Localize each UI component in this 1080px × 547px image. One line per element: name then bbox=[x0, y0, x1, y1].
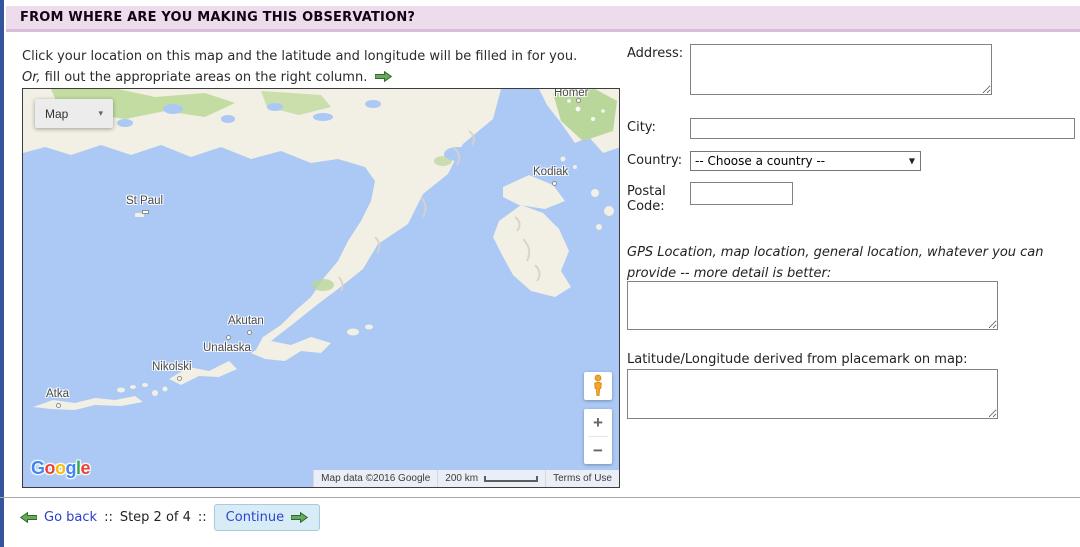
country-label: Country: bbox=[627, 151, 690, 171]
wizard-navigation: Go back :: Step 2 of 4 :: Continue bbox=[20, 504, 320, 531]
instructions-line2-rest: fill out the appropriate areas on the ri… bbox=[41, 70, 368, 85]
map-scale-bar bbox=[484, 476, 538, 482]
map-place-label: Kodiak bbox=[533, 166, 568, 178]
postal-code-label: Postal Code: bbox=[627, 182, 690, 214]
map-place-marker bbox=[576, 98, 581, 103]
map-place-label: Homer bbox=[554, 88, 589, 99]
map-zoom-control: + − bbox=[584, 409, 612, 464]
google-logo-letter: G bbox=[31, 458, 45, 478]
chevron-down-icon: ▾ bbox=[98, 109, 103, 119]
map-place-marker bbox=[247, 330, 252, 335]
address-field[interactable] bbox=[690, 44, 992, 95]
google-logo-letter: g bbox=[66, 458, 77, 478]
instructions: Click your location on this map and the … bbox=[22, 46, 577, 88]
google-logo-letter: o bbox=[55, 458, 66, 478]
postal-label-line1: Postal bbox=[627, 184, 666, 199]
country-select[interactable]: -- Choose a country -- bbox=[690, 151, 921, 171]
instructions-line2: Or, fill out the appropriate areas on th… bbox=[22, 67, 577, 88]
pegman-icon bbox=[590, 374, 606, 398]
map-scale: 200 km bbox=[437, 470, 545, 487]
map-place-marker bbox=[226, 335, 231, 340]
step-separator: :: bbox=[104, 510, 113, 525]
zoom-out-button[interactable]: − bbox=[584, 437, 612, 464]
map-place-label: Unalaska bbox=[203, 342, 251, 354]
postal-code-field[interactable] bbox=[690, 182, 793, 205]
green-arrow-right-icon bbox=[375, 71, 392, 82]
instructions-or: Or, bbox=[22, 70, 41, 85]
latlon-label: Latitude/Longitude derived from placemar… bbox=[627, 352, 1072, 367]
map-place-label: St Paul bbox=[126, 195, 163, 207]
pegman-streetview-button[interactable] bbox=[584, 372, 612, 400]
continue-button[interactable]: Continue bbox=[214, 504, 320, 531]
map-widget: Homer St Paul Kodiak Akutan Unalaska Nik… bbox=[22, 88, 620, 488]
map-place-marker bbox=[177, 376, 182, 381]
instructions-line1: Click your location on this map and the … bbox=[22, 46, 577, 67]
map-attribution-bar: Map data ©2016 Google 200 km Terms of Us… bbox=[313, 470, 619, 487]
map-terrain-graphic bbox=[23, 89, 620, 488]
section-header: FROM WHERE ARE YOU MAKING THIS OBSERVATI… bbox=[6, 6, 1080, 32]
map-place-label: Nikolski bbox=[152, 361, 192, 373]
city-field[interactable] bbox=[690, 118, 1075, 139]
footer-divider bbox=[0, 497, 1080, 498]
zoom-in-button[interactable]: + bbox=[584, 409, 612, 436]
terms-of-use-link[interactable]: Terms of Use bbox=[545, 470, 619, 487]
map-data-attribution: Map data ©2016 Google bbox=[313, 470, 437, 487]
latlon-field[interactable] bbox=[627, 369, 998, 419]
map-place-marker bbox=[142, 210, 149, 214]
step-indicator: Step 2 of 4 bbox=[120, 510, 191, 525]
page-title: FROM WHERE ARE YOU MAKING THIS OBSERVATI… bbox=[6, 10, 415, 25]
map-canvas[interactable]: Homer St Paul Kodiak Akutan Unalaska Nik… bbox=[23, 89, 619, 487]
google-logo-letter: o bbox=[45, 458, 56, 478]
map-type-button[interactable]: Map ▾ bbox=[35, 99, 113, 128]
green-arrow-right-icon bbox=[291, 512, 308, 523]
google-logo[interactable]: Google bbox=[31, 458, 90, 479]
map-place-label: Atka bbox=[46, 388, 69, 400]
city-label: City: bbox=[627, 118, 690, 139]
postal-label-line2: Code: bbox=[627, 199, 665, 214]
map-scale-label: 200 km bbox=[445, 473, 478, 484]
map-type-label: Map bbox=[45, 107, 68, 121]
map-place-marker bbox=[552, 181, 557, 186]
green-arrow-left-icon bbox=[20, 512, 37, 523]
gps-location-field[interactable] bbox=[627, 281, 998, 330]
step-separator: :: bbox=[198, 510, 207, 525]
gps-location-label: GPS Location, map location, general loca… bbox=[627, 242, 1072, 284]
map-place-marker bbox=[56, 403, 61, 408]
map-place-label: Akutan bbox=[228, 315, 264, 327]
go-back-link[interactable]: Go back bbox=[44, 510, 97, 525]
page-left-border bbox=[0, 0, 4, 547]
continue-button-label: Continue bbox=[226, 510, 284, 525]
google-logo-letter: e bbox=[81, 458, 91, 478]
address-label: Address: bbox=[627, 44, 690, 95]
